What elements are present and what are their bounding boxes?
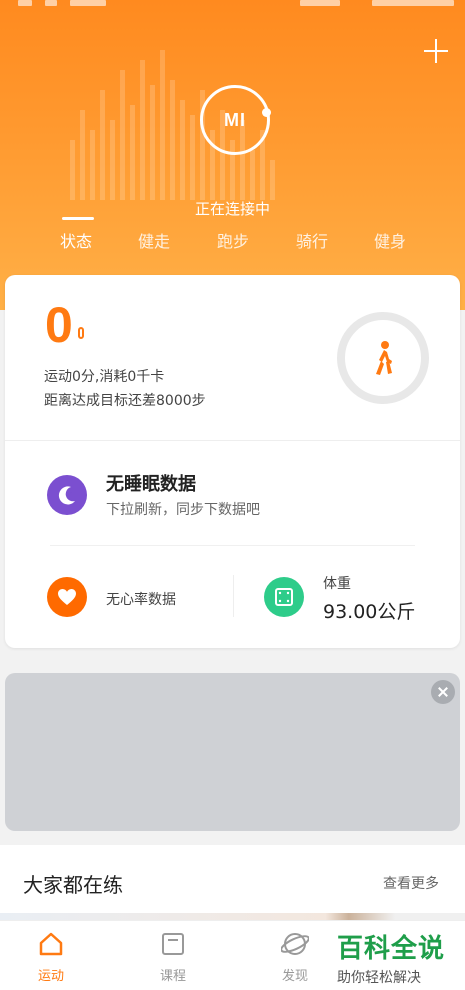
tab-cycle[interactable]: 骑行 (296, 228, 328, 252)
device-logo[interactable]: MI (200, 85, 270, 155)
add-device-icon[interactable] (421, 36, 451, 66)
ad-banner[interactable] (5, 673, 460, 831)
nav-discover[interactable]: 发现 (255, 929, 335, 984)
goal-remaining: 距离达成目标还差8000步 (44, 393, 206, 409)
nav-courses[interactable]: 课程 (133, 929, 213, 984)
discover-icon (280, 929, 310, 959)
weight-value[interactable]: 93.00公斤 (323, 597, 415, 624)
nav-label: 课程 (159, 969, 186, 984)
heart-icon (47, 577, 87, 617)
section-title: 大家都在练 (23, 873, 123, 897)
tab-walk[interactable]: 健走 (138, 228, 170, 252)
heart-rate-label[interactable]: 无心率数据 (106, 589, 176, 609)
nav-label: 运动 (37, 969, 64, 984)
close-icon[interactable] (431, 680, 455, 704)
tab-fitness[interactable]: 健身 (374, 228, 406, 252)
connection-dot-icon (262, 108, 271, 117)
status-bar (0, 0, 465, 10)
home-icon (36, 929, 66, 959)
sleep-title[interactable]: 无睡眠数据 (106, 470, 196, 496)
tab-run[interactable]: 跑步 (217, 228, 249, 252)
header: MI 正在连接中 状态 健走 跑步 骑行 健身 (0, 0, 465, 310)
card-divider (5, 440, 460, 441)
watermark: 百科全说 助你轻松解决 (337, 928, 457, 987)
walking-icon (376, 341, 392, 375)
sleep-subtitle: 下拉刷新，同步下数据吧 (106, 502, 260, 518)
nav-workout[interactable]: 运动 (11, 929, 91, 984)
vertical-divider (233, 575, 234, 617)
watermark-subtitle: 助你轻松解决 (337, 970, 421, 986)
activity-tabs: 状态 健走 跑步 骑行 健身 (0, 228, 465, 258)
step-count[interactable]: 0 (45, 300, 73, 350)
course-icon (158, 929, 188, 959)
tab-status[interactable]: 状态 (60, 228, 92, 252)
nav-label: 发现 (281, 969, 308, 984)
active-tab-indicator (62, 217, 94, 220)
activity-card: 0 运动0分,消耗0千卡 距离达成目标还差8000步 z 无睡眠数据 下拉刷新，… (5, 275, 460, 648)
svg-text:z: z (69, 489, 73, 497)
weight-label: 体重 (323, 576, 351, 592)
connection-status: 正在连接中 (194, 200, 270, 218)
activity-summary: 运动0分,消耗0千卡 (44, 369, 165, 385)
sleep-icon: z (47, 475, 87, 515)
progress-ring[interactable] (337, 312, 429, 404)
watermark-title: 百科全说 (337, 934, 446, 964)
see-more-link[interactable]: 查看更多 (383, 873, 439, 893)
band-icon (78, 327, 84, 339)
card-divider (50, 545, 415, 546)
logo-text: MI (224, 109, 246, 130)
scale-icon (264, 577, 304, 617)
popular-workouts-section: 大家都在练 查看更多 (0, 845, 465, 925)
